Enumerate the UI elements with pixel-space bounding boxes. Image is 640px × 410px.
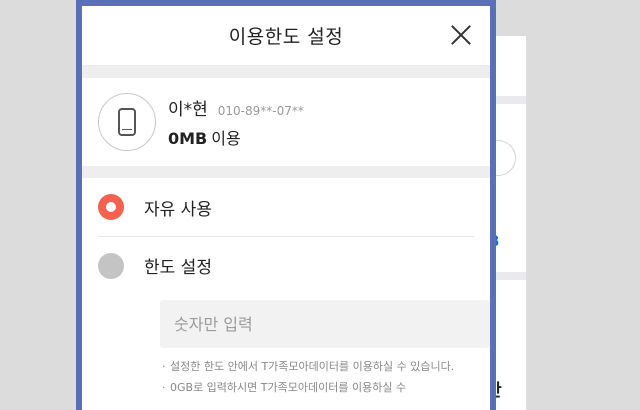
option-set-limit[interactable]: 한도 설정 (98, 236, 474, 294)
radio-unselected-icon[interactable] (98, 252, 124, 279)
modal-header: 이용한도 설정 (82, 6, 490, 66)
notice-item: 0GB로 입력하시면 T가족모아데이터를 이용하실 수 (162, 379, 490, 396)
notice-list: 설정한 한도 안에서 T가족모아데이터를 이용하실 수 있습니다. 0GB로 입… (162, 358, 490, 396)
usage-suffix: 이용 (211, 129, 241, 148)
limit-amount-input[interactable] (160, 300, 490, 348)
section-divider (82, 166, 490, 178)
usage-limit-modal: 이용한도 설정 이*현 010-89**-07** 0MB 이용 자유 사용 한… (76, 0, 496, 410)
avatar (98, 93, 156, 151)
user-name: 이*현 (168, 100, 208, 120)
option-label: 자유 사용 (144, 199, 212, 220)
user-summary: 이*현 010-89**-07** 0MB 이용 (82, 78, 490, 166)
smartphone-icon (118, 108, 136, 136)
modal-content: 이용한도 설정 이*현 010-89**-07** 0MB 이용 자유 사용 한… (82, 6, 490, 410)
usage-line: 0MB 이용 (168, 125, 304, 149)
option-free-use[interactable]: 자유 사용 (98, 178, 474, 236)
user-phone: 010-89**-07** (217, 104, 304, 118)
usage-options: 자유 사용 한도 설정 설정한 한도 안에서 T가족모아데이터를 이용하실 수 … (82, 178, 490, 396)
notice-item: 설정한 한도 안에서 T가족모아데이터를 이용하실 수 있습니다. (162, 358, 490, 375)
usage-amount: 0MB (168, 129, 208, 148)
radio-selected-icon[interactable] (98, 194, 124, 220)
close-icon[interactable] (446, 20, 476, 50)
option-label: 한도 설정 (144, 258, 212, 278)
modal-title: 이용한도 설정 (228, 26, 344, 48)
user-info: 이*현 010-89**-07** 0MB 이용 (168, 95, 304, 149)
user-name-line: 이*현 010-89**-07** (168, 95, 304, 120)
section-divider (82, 66, 490, 78)
